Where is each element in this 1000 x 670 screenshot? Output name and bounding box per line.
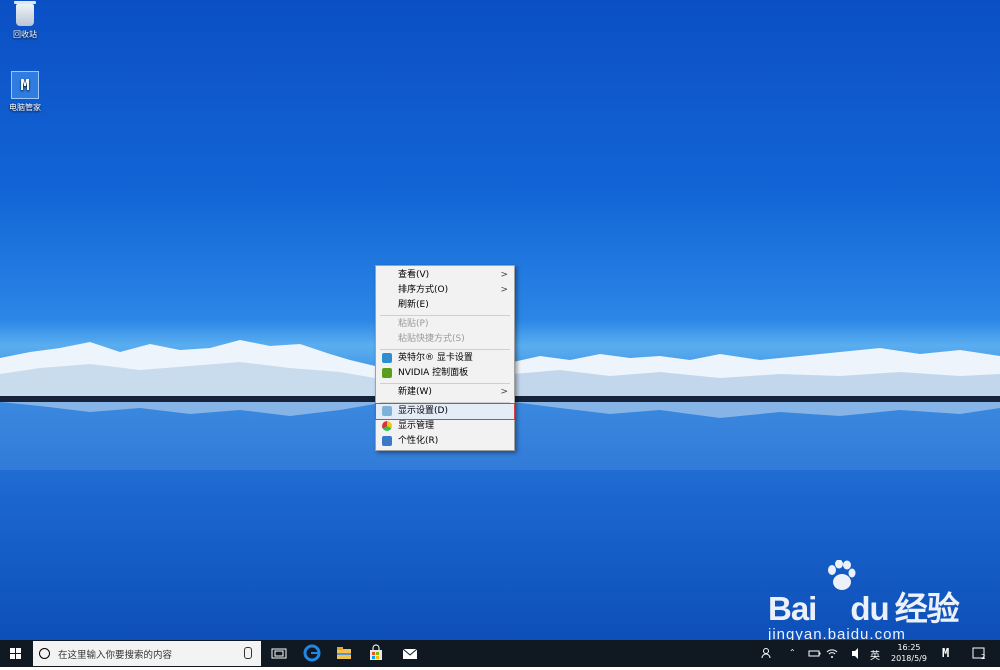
ime-indicator[interactable]: 英 [870, 647, 880, 662]
menu-item-refresh[interactable]: 刷新(E) [376, 298, 514, 313]
volume-icon[interactable] [850, 640, 864, 667]
menu-separator [380, 383, 510, 384]
nvidia-icon [382, 368, 392, 378]
menu-item-nvidia-control-panel[interactable]: NVIDIA 控制面板 [376, 366, 514, 381]
notification-icon [972, 647, 985, 659]
desktop-icon-pc-manager[interactable]: M 电脑管家 [0, 71, 50, 113]
taskbar-app-mail[interactable] [396, 640, 424, 667]
microphone-icon[interactable] [244, 647, 252, 659]
clock-date: 2018/5/9 [891, 654, 927, 663]
battery-icon[interactable] [808, 640, 822, 667]
chevron-right-icon: > [500, 270, 508, 280]
clock-time: 16:25 [897, 643, 921, 652]
action-center-button[interactable]: 2 [968, 640, 992, 667]
mail-icon [402, 648, 418, 659]
display-settings-icon [382, 406, 392, 416]
taskbar-app-pc-manager[interactable]: M [942, 646, 949, 660]
pc-manager-icon: M [11, 71, 39, 99]
taskbar-app-store[interactable] [362, 640, 390, 667]
menu-separator [380, 349, 510, 350]
notification-count-badge: 2 [981, 653, 986, 661]
start-button[interactable] [0, 640, 32, 667]
menu-item-intel-graphics[interactable]: 英特尔® 显卡设置 [376, 351, 514, 366]
taskbar-clock[interactable]: 16:25 2018/5/9 [884, 642, 934, 664]
task-view-icon [271, 648, 287, 659]
task-view-button[interactable] [266, 640, 292, 667]
menu-item-display-manage[interactable]: 显示管理 [376, 419, 514, 434]
recycle-bin-icon [14, 1, 36, 26]
menu-item-new[interactable]: 新建(W) > [376, 385, 514, 400]
personalize-icon [382, 436, 392, 446]
chevron-right-icon: > [500, 387, 508, 397]
menu-separator [380, 315, 510, 316]
context-menu: 查看(V) > 排序方式(O) > 刷新(E) 粘贴(P) 粘贴快捷方式(S) … [375, 265, 515, 451]
store-icon [370, 644, 382, 660]
taskbar-app-edge[interactable] [298, 640, 326, 667]
display-manage-icon [382, 421, 392, 431]
intel-graphics-icon [382, 353, 392, 363]
taskbar: 在这里输入你要搜索的内容 ⌃ 英 16:25 2018/5/9 M 2 [0, 640, 1000, 667]
taskbar-app-file-explorer[interactable] [330, 640, 358, 667]
taskbar-search-box[interactable]: 在这里输入你要搜索的内容 [33, 641, 261, 666]
search-placeholder: 在这里输入你要搜索的内容 [58, 650, 173, 661]
watermark-url: jingyan.baidu.com [768, 626, 906, 640]
menu-item-sort[interactable]: 排序方式(O) > [376, 283, 514, 298]
wifi-icon[interactable] [825, 640, 839, 667]
menu-separator [380, 402, 510, 403]
cortana-icon [39, 648, 50, 659]
menu-item-paste[interactable]: 粘贴(P) [376, 317, 514, 332]
watermark-brand: Bai du 经验 [768, 590, 960, 627]
menu-item-display-settings[interactable]: 显示设置(D) [375, 403, 515, 420]
menu-item-view[interactable]: 查看(V) > [376, 268, 514, 283]
chevron-right-icon: > [500, 285, 508, 295]
people-icon[interactable] [760, 640, 776, 667]
windows-logo-icon [10, 648, 21, 659]
folder-icon [337, 647, 351, 659]
menu-item-paste-shortcut[interactable]: 粘贴快捷方式(S) [376, 332, 514, 347]
desktop-icon-label: 回收站 [13, 30, 37, 39]
menu-item-personalize[interactable]: 个性化(R) [376, 434, 514, 449]
desktop-icon-recycle-bin[interactable]: 回收站 [0, 1, 50, 40]
desktop[interactable]: 回收站 M 电脑管家 查看(V) > 排序方式(O) > 刷新(E) 粘贴(P)… [0, 0, 1000, 640]
edge-icon [303, 644, 321, 662]
tray-overflow-chevron-icon[interactable]: ⌃ [789, 648, 796, 657]
desktop-icon-label: 电脑管家 [9, 103, 41, 112]
